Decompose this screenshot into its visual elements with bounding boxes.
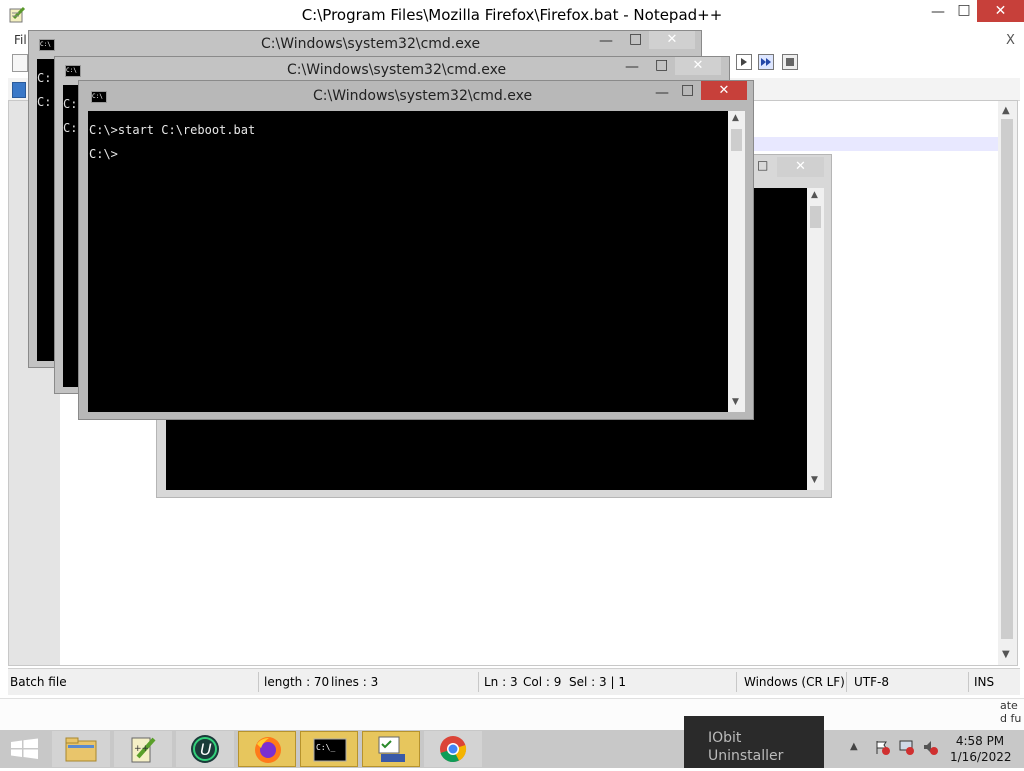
taskbar-notepadpp[interactable]: ++ bbox=[114, 731, 172, 767]
notepadpp-titlebar[interactable]: C:\Program Files\Mozilla Firefox\Firefox… bbox=[0, 0, 1024, 30]
firefox-icon bbox=[255, 737, 281, 763]
console-line: C: bbox=[63, 121, 78, 135]
editor-vertical-scrollbar[interactable]: ▲ ▼ bbox=[998, 101, 1017, 665]
taskbar-file-explorer[interactable] bbox=[52, 731, 110, 767]
close-button[interactable]: ✕ bbox=[649, 31, 695, 49]
scroll-thumb[interactable] bbox=[810, 206, 821, 228]
new-file-icon[interactable] bbox=[12, 54, 28, 72]
minimize-button[interactable]: — bbox=[925, 4, 951, 22]
cmd-back-scrollbar[interactable]: ▲ ▼ bbox=[807, 188, 824, 490]
console-line: C:\> bbox=[89, 147, 118, 161]
network-icon[interactable] bbox=[898, 739, 914, 755]
cmd-back-maximize-button[interactable]: □ bbox=[757, 158, 768, 172]
status-file-type: Batch file bbox=[10, 675, 67, 689]
iobit-text-2: Uninstaller bbox=[708, 748, 784, 764]
notepadpp-window-title: C:\Program Files\Mozilla Firefox\Firefox… bbox=[301, 6, 723, 24]
background-text-2: d fu bbox=[1000, 712, 1022, 725]
taskbar-iobit[interactable]: U bbox=[176, 731, 234, 767]
taskbar: IObit Uninstaller ++ U C:\_ ▲ 4:58 PM 1/… bbox=[0, 716, 1024, 768]
status-line-number: Ln : 3 bbox=[484, 675, 518, 689]
document-tab-icon[interactable] bbox=[12, 82, 26, 98]
cmd-window-title: C:\Windows\system32\cmd.exe bbox=[261, 36, 481, 52]
status-encoding[interactable]: UTF-8 bbox=[854, 675, 889, 689]
maximize-button[interactable]: □ bbox=[655, 57, 668, 73]
scroll-down-arrow-icon[interactable]: ▼ bbox=[811, 475, 818, 485]
taskbar-firefox[interactable] bbox=[238, 731, 296, 767]
cmd-icon[interactable]: C:\ bbox=[65, 65, 81, 77]
iobit-text-1: IObit bbox=[708, 730, 742, 746]
scroll-down-arrow-icon[interactable]: ▼ bbox=[732, 397, 739, 407]
background-text-1: ate bbox=[1000, 699, 1018, 712]
cmd-window-active[interactable]: C:\ C:\Windows\system32\cmd.exe — □ ✕ C:… bbox=[78, 80, 754, 420]
status-lines: lines : 3 bbox=[331, 675, 379, 689]
action-center-flag-icon[interactable] bbox=[874, 739, 890, 755]
minimize-button[interactable]: — bbox=[655, 85, 669, 101]
console-line: C:\>start C:\reboot.bat bbox=[89, 123, 256, 137]
play-macro-icon[interactable] bbox=[736, 54, 752, 70]
cmd-window-title: C:\Windows\system32\cmd.exe bbox=[287, 62, 507, 78]
clock-time[interactable]: 4:58 PM bbox=[950, 734, 1010, 748]
maximize-button[interactable]: □ bbox=[951, 2, 977, 20]
cmd-icon[interactable]: C:\ bbox=[39, 39, 55, 51]
notepadpp-icon: ++ bbox=[131, 737, 156, 763]
desktop-strip: ate d fu bbox=[0, 698, 1024, 731]
notepadpp-statusbar: Batch file length : 70 lines : 3 Ln : 3 … bbox=[8, 668, 1020, 695]
scroll-down-arrow-icon[interactable]: ▼ bbox=[1002, 649, 1010, 660]
cmd-scrollbar[interactable]: ▲ ▼ bbox=[728, 111, 745, 412]
iobit-u-icon: U bbox=[191, 735, 219, 763]
close-button[interactable]: ✕ bbox=[701, 81, 747, 100]
scroll-thumb[interactable] bbox=[1001, 119, 1013, 639]
start-button[interactable] bbox=[0, 731, 50, 767]
cmd-icon[interactable]: C:\ bbox=[91, 91, 107, 103]
clock-date[interactable]: 1/16/2022 bbox=[950, 750, 1012, 764]
menu-file[interactable]: Fil bbox=[14, 33, 27, 47]
close-button[interactable]: ✕ bbox=[977, 0, 1024, 22]
console-line: C: bbox=[63, 97, 78, 111]
windows-logo-icon bbox=[11, 738, 38, 759]
maximize-button[interactable]: □ bbox=[629, 31, 642, 47]
run-macro-multiple-icon[interactable] bbox=[758, 54, 774, 70]
cmd-console[interactable]: C:\>start C:\reboot.bat C:\> bbox=[88, 111, 728, 412]
minimize-button[interactable]: — bbox=[625, 59, 639, 75]
cmd-back-close-button[interactable]: ✕ bbox=[777, 157, 824, 177]
console-line: C: bbox=[37, 95, 52, 109]
cmd-window-title: C:\Windows\system32\cmd.exe bbox=[313, 88, 533, 104]
volume-muted-icon[interactable] bbox=[922, 739, 938, 755]
current-line-highlight bbox=[754, 137, 998, 151]
svg-text:U: U bbox=[200, 740, 212, 759]
maximize-button[interactable]: □ bbox=[681, 82, 694, 98]
cmd-icon: C:\_ bbox=[313, 738, 347, 762]
console-line: C: bbox=[37, 71, 52, 85]
close-button[interactable]: ✕ bbox=[675, 57, 721, 75]
taskbar-chrome[interactable] bbox=[424, 731, 482, 767]
scroll-up-arrow-icon[interactable]: ▲ bbox=[811, 190, 818, 200]
scroll-thumb[interactable] bbox=[731, 129, 742, 151]
iobit-popup: IObit Uninstaller bbox=[684, 716, 824, 768]
close-document-icon[interactable]: X bbox=[1006, 33, 1015, 48]
status-insert-mode[interactable]: INS bbox=[974, 675, 994, 689]
status-length: length : 70 bbox=[264, 675, 330, 689]
svg-text:++: ++ bbox=[134, 744, 149, 754]
taskbar-task-scheduler[interactable] bbox=[362, 731, 420, 767]
scroll-up-arrow-icon[interactable]: ▲ bbox=[732, 113, 739, 123]
status-eol[interactable]: Windows (CR LF) bbox=[744, 675, 845, 689]
folder-icon bbox=[65, 737, 97, 762]
minimize-button[interactable]: — bbox=[599, 33, 613, 49]
taskbar-cmd[interactable]: C:\_ bbox=[300, 731, 358, 767]
status-selection: Sel : 3 | 1 bbox=[569, 675, 626, 689]
show-hidden-icons-icon[interactable]: ▲ bbox=[850, 741, 858, 752]
svg-text:C:\_: C:\_ bbox=[316, 743, 335, 752]
scheduler-icon bbox=[378, 736, 405, 762]
scroll-up-arrow-icon[interactable]: ▲ bbox=[1002, 105, 1010, 116]
save-macro-icon[interactable] bbox=[782, 54, 798, 70]
status-column: Col : 9 bbox=[523, 675, 562, 689]
chrome-icon bbox=[440, 736, 467, 763]
